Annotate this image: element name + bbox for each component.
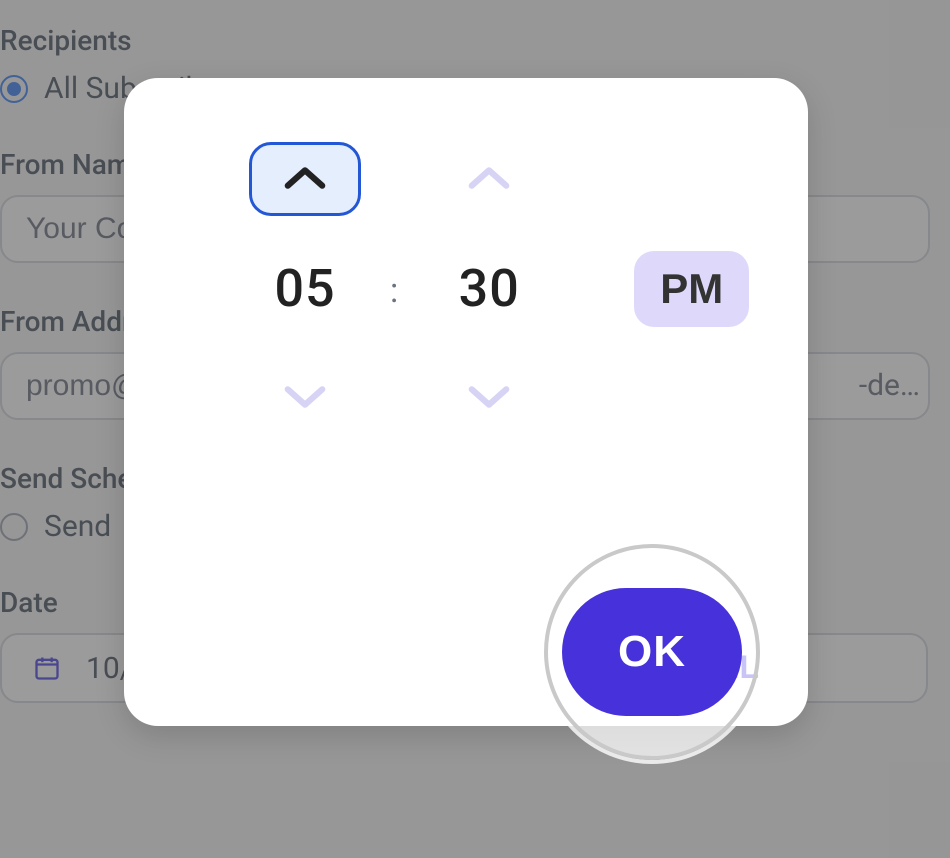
minute-down-button[interactable] xyxy=(433,361,545,435)
hour-value[interactable]: 05 xyxy=(274,258,335,319)
chevron-down-icon xyxy=(282,383,328,414)
ok-highlight-ring: OK xyxy=(544,544,760,760)
hour-spinner: 05 xyxy=(230,142,380,435)
minute-spinner: 30 xyxy=(414,142,564,435)
hour-up-button[interactable] xyxy=(249,142,361,216)
chevron-down-icon xyxy=(466,383,512,414)
hour-down-button[interactable] xyxy=(249,361,361,435)
minute-up-button[interactable] xyxy=(433,142,545,216)
ok-button[interactable]: OK xyxy=(562,588,742,716)
chevron-up-icon xyxy=(282,164,328,195)
time-separator: : xyxy=(390,271,398,311)
time-spinner-row: 05 : 30 PM xyxy=(164,142,768,435)
period-toggle[interactable]: PM xyxy=(634,251,749,327)
chevron-up-icon xyxy=(466,164,512,195)
minute-value[interactable]: 30 xyxy=(459,258,520,319)
